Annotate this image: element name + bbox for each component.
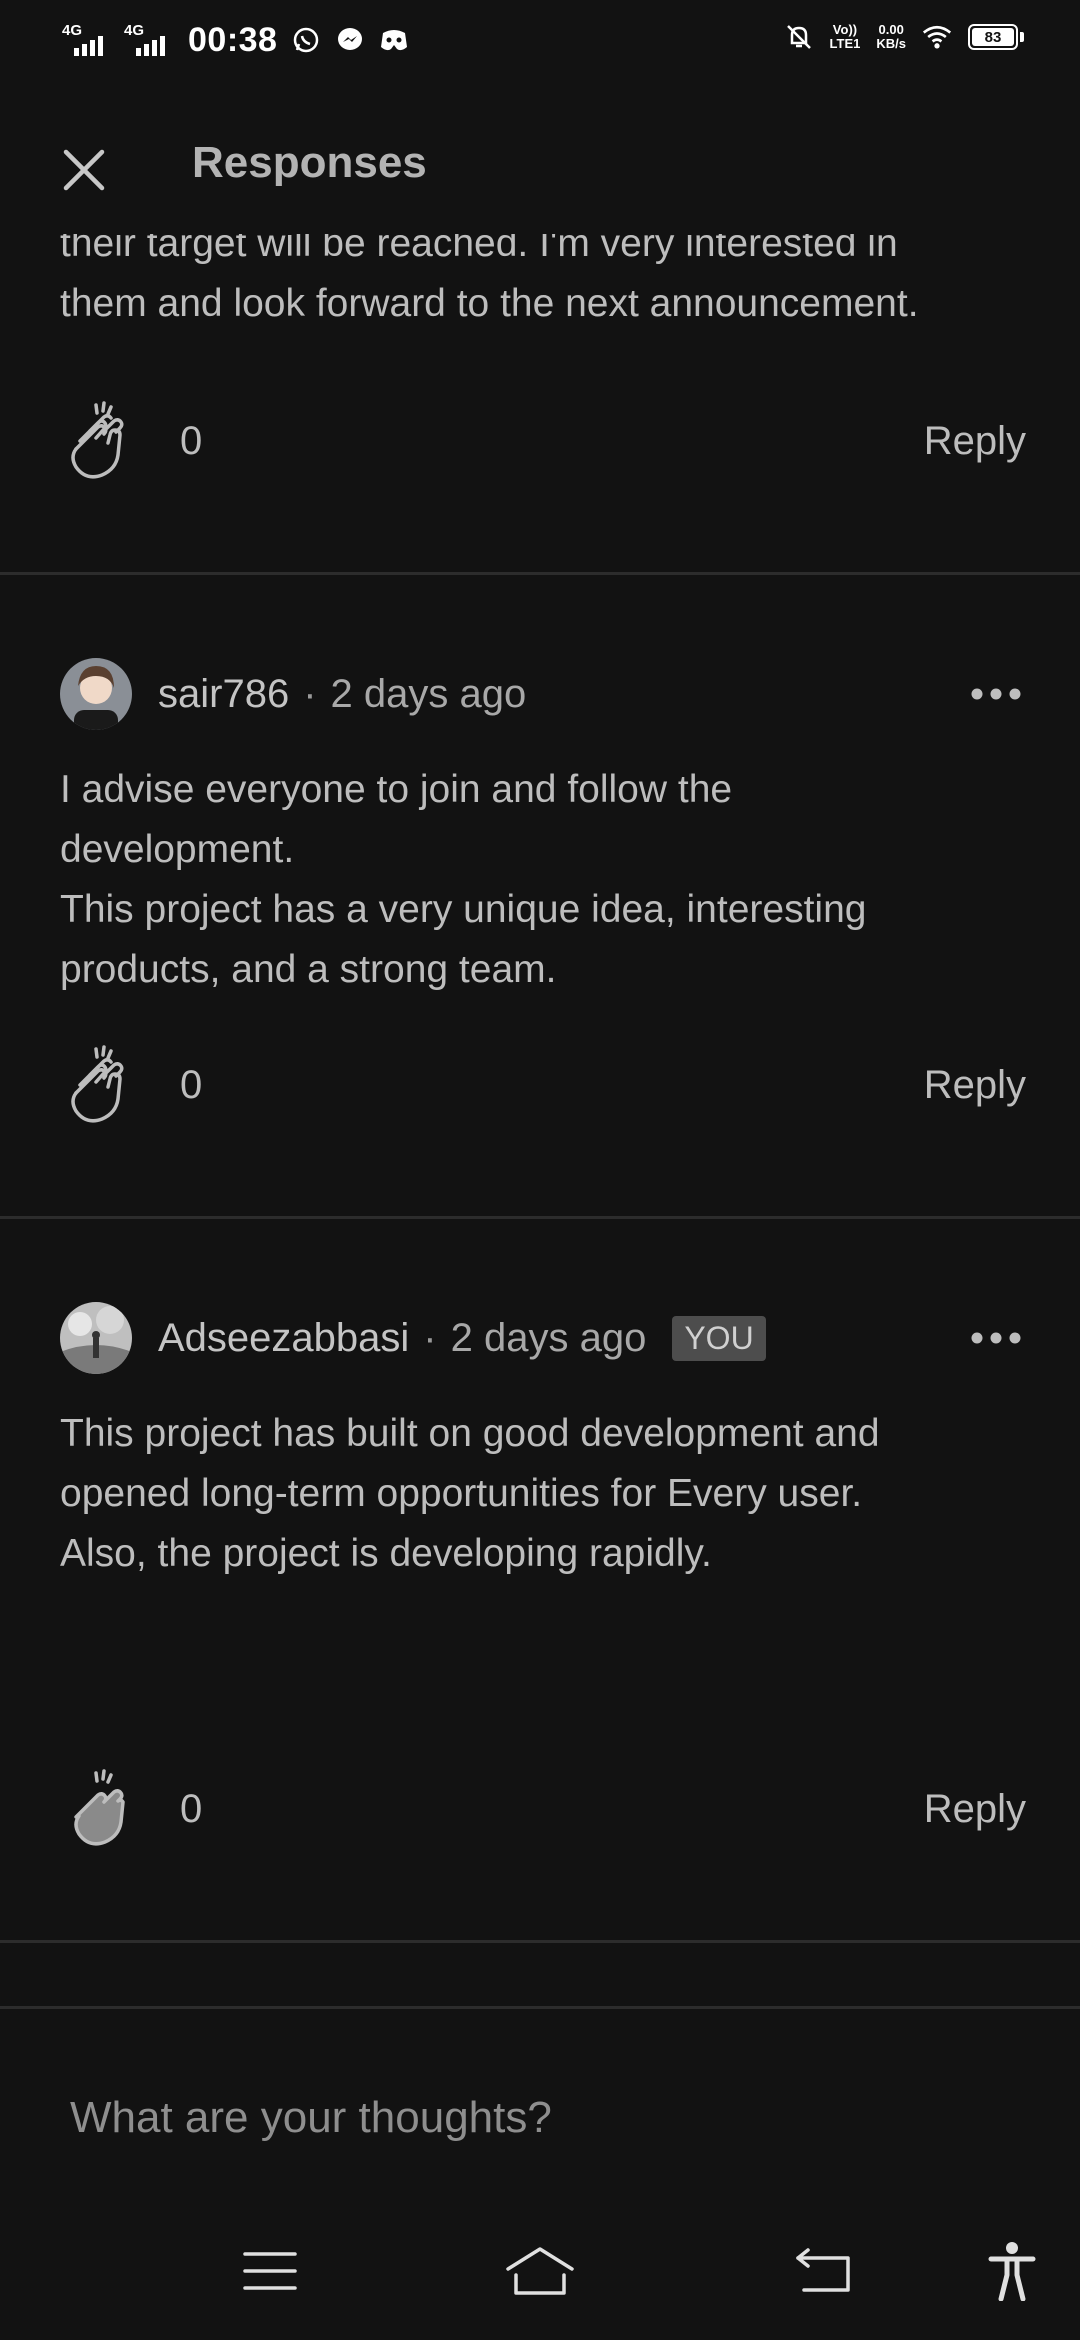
separator-dot: · (423, 1315, 437, 1360)
status-bar-right: Vo)) LTE1 0.00 KB/s 83 (784, 22, 1024, 52)
author-name[interactable]: Adseezabbasi (158, 1316, 409, 1361)
home-button[interactable] (500, 2236, 580, 2306)
accessibility-icon (988, 2242, 1036, 2301)
whatsapp-icon (291, 25, 321, 55)
back-button[interactable] (784, 2236, 864, 2306)
mute-notification-icon (784, 22, 814, 52)
you-badge: YOU (672, 1315, 766, 1361)
volte-line-2: LTE1 (829, 36, 861, 51)
signal-1-icon: 4G (62, 20, 110, 60)
speed-unit: KB/s (876, 36, 906, 51)
clap-icon (71, 401, 124, 479)
avatar[interactable] (60, 1302, 132, 1374)
more-options-button[interactable] (966, 1318, 1026, 1358)
system-nav-bar (0, 2206, 1080, 2340)
menu-icon (243, 2252, 297, 2290)
home-icon (506, 2247, 574, 2295)
more-icon (971, 688, 1021, 700)
reply-button[interactable]: Reply (924, 419, 1026, 464)
accessibility-button[interactable] (972, 2236, 1052, 2306)
status-bar-left: 4G 4G 00:38 (62, 20, 409, 60)
compose-area (0, 2006, 1080, 2206)
clap-icon (71, 1045, 124, 1123)
volte-line-1: Vo)) (832, 22, 858, 37)
page-title: Responses (192, 138, 427, 187)
clap-count: 0 (180, 418, 203, 463)
partial-text-line-2: them and look forward to the next announ… (60, 282, 919, 325)
status-time: 00:38 (188, 20, 278, 59)
clap-count: 0 (180, 1786, 203, 1831)
response-text-line-1: This project has built on good developme… (60, 1412, 880, 1455)
response-text-line-1: I advise everyone to join and follow the (60, 768, 733, 811)
avatar[interactable] (60, 658, 132, 730)
separator-dot: · (303, 671, 317, 716)
speed-value: 0.00 (878, 22, 904, 37)
response-text-line-2: development. (60, 828, 295, 871)
back-icon (796, 2248, 850, 2292)
close-button[interactable] (56, 142, 112, 198)
timestamp: 2 days ago (330, 671, 527, 716)
response-actions: 0 Reply (60, 1764, 1026, 1854)
timestamp: 2 days ago (450, 1315, 647, 1360)
close-icon (63, 149, 105, 191)
response-input[interactable] (70, 2093, 1010, 2143)
divider (0, 1216, 1080, 1219)
discord-icon (379, 25, 409, 55)
battery-level: 83 (972, 28, 1014, 46)
volte-indicator: Vo)) LTE1 (830, 23, 861, 51)
response-text-line-3: Also, the project is developing rapidly. (60, 1532, 712, 1575)
author-name[interactable]: sair786 (158, 672, 289, 717)
response-text: I advise everyone to join and follow the… (60, 760, 1020, 1000)
signal-2-icon: 4G (124, 20, 172, 60)
clap-button[interactable] (60, 1767, 144, 1851)
menu-button[interactable] (230, 2236, 310, 2306)
wifi-icon (922, 22, 952, 52)
response-text-line-2: opened long-term opportunities for Every… (60, 1472, 863, 1515)
reply-button[interactable]: Reply (924, 1063, 1026, 1108)
response-header: sair786 · 2 days ago (60, 658, 1026, 730)
network-speed: 0.00 KB/s (876, 23, 906, 51)
more-options-button[interactable] (966, 674, 1026, 714)
divider (0, 1940, 1080, 1943)
responses-list[interactable]: their target will be reached. I'm very i… (0, 234, 1080, 2006)
battery-icon: 83 (968, 24, 1024, 50)
divider (0, 572, 1080, 575)
clap-button[interactable] (60, 1043, 144, 1127)
status-bar: 4G 4G 00:38 Vo)) LTE1 0.00 KB/s 83 (0, 0, 1080, 84)
clap-filled-icon (74, 1769, 125, 1846)
partial-response-actions: 0 Reply (60, 396, 1026, 486)
response-text-line-4: products, and a strong team. (60, 948, 557, 991)
partial-text-line-1: their target will be reached. I'm very i… (60, 234, 898, 265)
header: Responses (0, 84, 1080, 234)
reply-button[interactable]: Reply (924, 1787, 1026, 1832)
partial-response-text: their target will be reached. I'm very i… (60, 234, 1040, 334)
response-text-line-3: This project has a very unique idea, int… (60, 888, 867, 931)
response-text: This project has built on good developme… (60, 1404, 1020, 1584)
clap-button[interactable] (60, 399, 144, 483)
screen: 4G 4G 00:38 Vo)) LTE1 0.00 KB/s 83 Respo… (0, 0, 1080, 2340)
response-actions: 0 Reply (60, 1040, 1026, 1130)
response-header: Adseezabbasi · 2 days ago YOU (60, 1302, 1026, 1374)
clap-count: 0 (180, 1062, 203, 1107)
more-icon (971, 1332, 1021, 1344)
messenger-icon (335, 25, 365, 55)
